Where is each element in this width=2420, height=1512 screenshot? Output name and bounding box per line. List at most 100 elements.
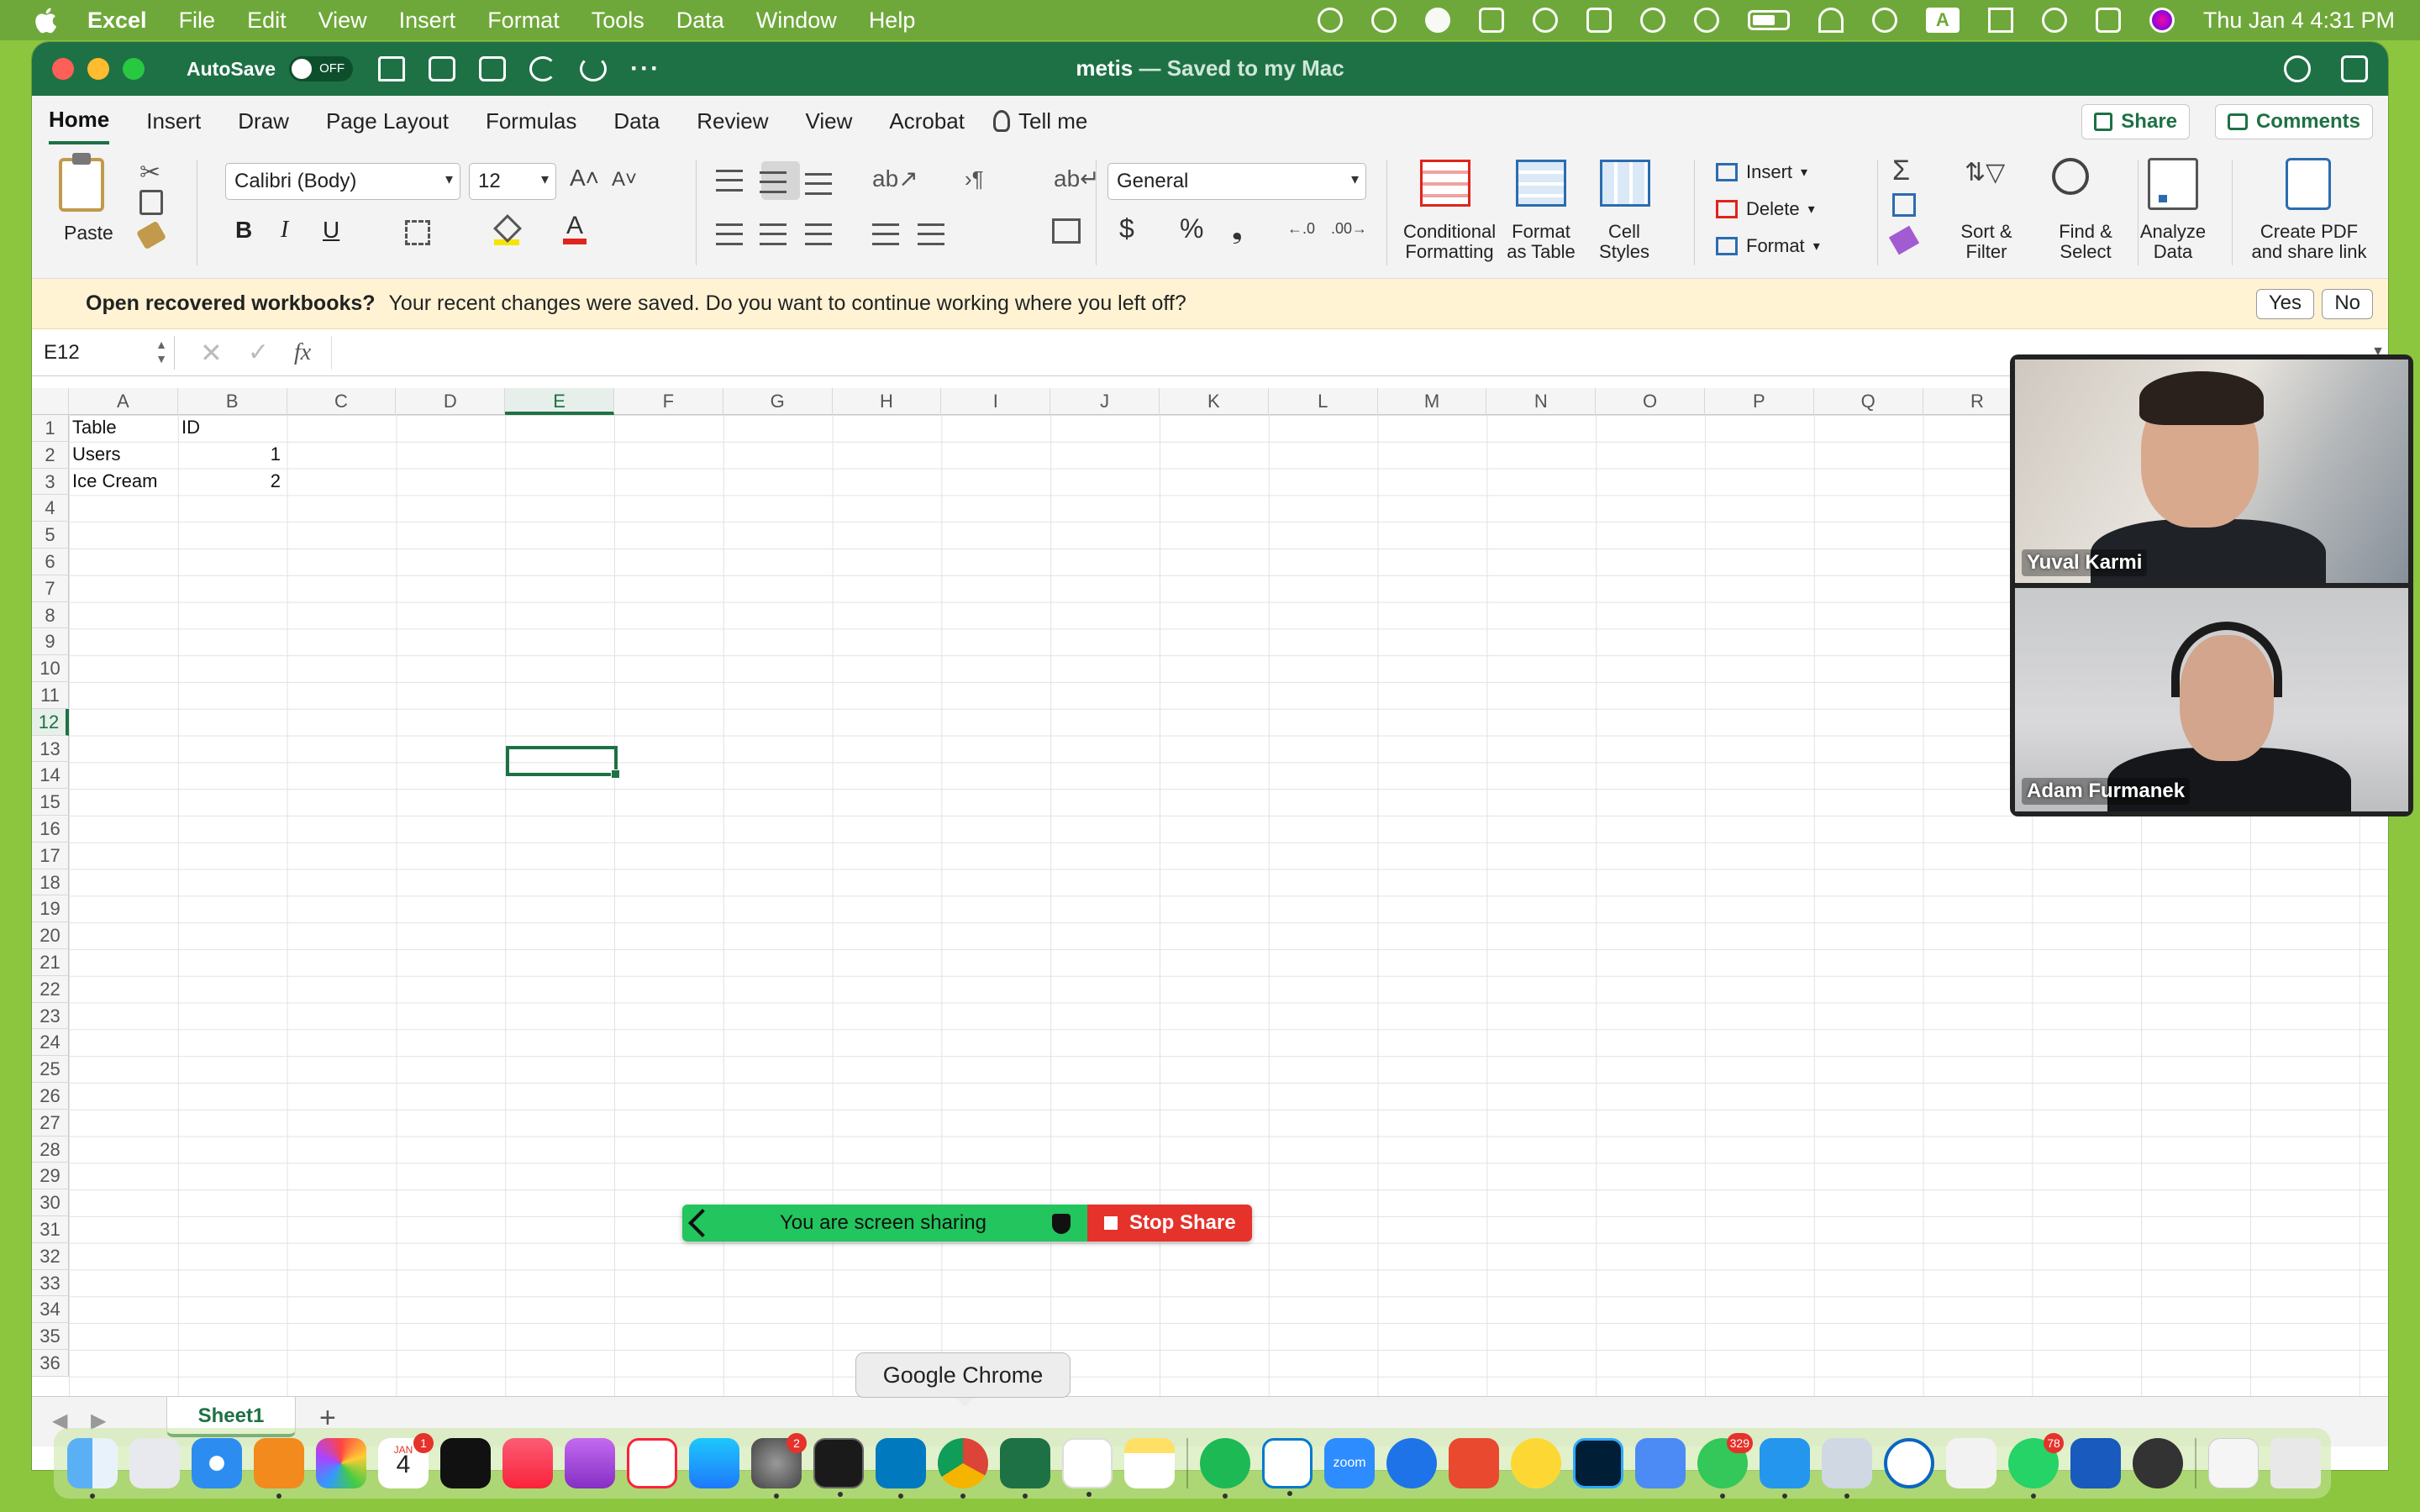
fill-color-icon[interactable] (494, 217, 519, 245)
menu-clock[interactable]: Thu Jan 4 4:31 PM (2203, 8, 2395, 34)
font-color-button[interactable]: A (563, 213, 587, 244)
row-header-10[interactable]: 10 (32, 655, 69, 682)
row-header-25[interactable]: 25 (32, 1056, 69, 1083)
find-select-button[interactable]: Find & Select (2044, 222, 2128, 262)
row-header-27[interactable]: 27 (32, 1109, 69, 1137)
increase-indent-icon[interactable] (918, 223, 944, 245)
notification-no-button[interactable]: No (2322, 289, 2373, 319)
column-header-n[interactable]: N (1486, 388, 1597, 415)
bold-button[interactable]: B (235, 217, 252, 244)
row-header-12[interactable]: 12 (32, 708, 69, 736)
terminal-icon[interactable] (813, 1438, 864, 1497)
create-pdf-icon[interactable] (2286, 158, 2331, 210)
column-header-e[interactable]: E (505, 388, 614, 415)
font-size-select[interactable]: 12 ▾ (469, 163, 556, 200)
column-header-f[interactable]: F (614, 388, 723, 415)
row-header-32[interactable]: 32 (32, 1242, 69, 1270)
redo-icon[interactable] (580, 56, 608, 81)
zoom-window-button[interactable] (123, 58, 145, 80)
whatsapp-icon[interactable]: 78 (2008, 1433, 2064, 1499)
row-header-16[interactable]: 16 (32, 816, 69, 843)
launchpad-icon[interactable] (129, 1438, 180, 1488)
confirm-entry-icon[interactable]: ✓ (248, 338, 269, 367)
autosave-toggle[interactable]: OFF (289, 56, 354, 81)
cyberduck-icon[interactable] (1511, 1438, 1561, 1488)
decrease-font-size-icon[interactable]: A˅ (612, 168, 637, 192)
paragraph-direction-icon[interactable]: ›¶ (965, 166, 984, 192)
menu-insert[interactable]: Insert (399, 8, 456, 34)
spotlight-search-icon[interactable] (2041, 8, 2067, 33)
row-header-8[interactable]: 8 (32, 601, 69, 629)
column-header-i[interactable]: I (941, 388, 1051, 415)
podcasts-icon[interactable] (565, 1438, 615, 1488)
search-icon[interactable] (2284, 55, 2311, 82)
sort-filter-button[interactable]: Sort & Filter (1944, 222, 2028, 262)
cell-B1[interactable]: ID (178, 417, 203, 438)
participant-video-tile[interactable]: Adam Furmanek (2015, 588, 2408, 811)
paste-icon[interactable] (59, 153, 104, 212)
tab-acrobat[interactable]: Acrobat (889, 100, 965, 143)
paste-button-label[interactable]: Paste (64, 222, 113, 244)
screen-recorder-icon[interactable] (1946, 1438, 1996, 1488)
messages-icon[interactable]: 329 (1697, 1433, 1753, 1499)
account-icon[interactable] (2341, 55, 2368, 82)
tab-data[interactable]: Data (613, 100, 660, 143)
menu-view[interactable]: View (318, 8, 367, 34)
control-center-icon[interactable] (2095, 8, 2121, 33)
menu-window[interactable]: Window (756, 8, 837, 34)
column-header-b[interactable]: B (178, 388, 287, 415)
record-icon[interactable] (1424, 8, 1450, 33)
row-header-19[interactable]: 19 (32, 895, 69, 923)
row-header-11[interactable]: 11 (32, 682, 69, 709)
borders-icon[interactable] (405, 220, 430, 245)
cell-A1[interactable]: Table (69, 417, 120, 438)
photoshop-icon[interactable] (1573, 1438, 1623, 1488)
share-button[interactable]: Share (2081, 104, 2190, 139)
document-name[interactable]: metis (1076, 55, 1133, 81)
align-bottom-icon[interactable] (805, 173, 832, 195)
row-header-24[interactable]: 24 (32, 1029, 69, 1057)
participant-video-tile[interactable]: Yuval Karmi (2015, 360, 2408, 583)
window-icon[interactable] (1586, 8, 1612, 33)
cut-icon[interactable]: ✂ (139, 158, 160, 187)
sublime-text-icon[interactable] (254, 1438, 304, 1499)
format-as-table-icon[interactable] (1516, 160, 1566, 207)
grammarly-icon[interactable] (1370, 8, 1397, 33)
column-header-p[interactable]: P (1705, 388, 1814, 415)
cell-B3[interactable]: 2 (178, 470, 284, 492)
decrease-decimal-icon[interactable]: .00→ (1331, 220, 1367, 238)
close-window-button[interactable] (52, 58, 74, 80)
increase-font-size-icon[interactable]: A˄ (570, 165, 599, 192)
row-header-4[interactable]: 4 (32, 495, 69, 522)
column-header-q[interactable]: Q (1814, 388, 1923, 415)
safari-icon[interactable] (192, 1438, 242, 1488)
bluetooth-icon[interactable] (1987, 8, 2013, 33)
row-header-1[interactable]: 1 (32, 415, 69, 442)
column-header-h[interactable]: H (833, 388, 942, 415)
play-icon[interactable] (1639, 8, 1665, 33)
column-header-a[interactable]: A (69, 388, 178, 415)
docker-icon[interactable] (1760, 1438, 1810, 1499)
notification-yes-button[interactable]: Yes (2255, 289, 2314, 319)
row-header-14[interactable]: 14 (32, 762, 69, 790)
create-pdf-button[interactable]: Create PDF and share link (2242, 222, 2376, 262)
siri-icon[interactable] (2149, 8, 2175, 33)
delete-cells-button[interactable]: Delete ▾ (1716, 198, 1815, 220)
screen-share-status-icon[interactable] (1317, 8, 1343, 33)
insert-function-button[interactable]: fx (294, 339, 311, 366)
recent-document-icon[interactable] (2208, 1438, 2259, 1488)
row-header-17[interactable]: 17 (32, 842, 69, 869)
freeform-icon[interactable] (1062, 1438, 1113, 1497)
row-header-2[interactable]: 2 (32, 441, 69, 469)
google-chrome-icon[interactable] (938, 1438, 988, 1499)
row-header-30[interactable]: 30 (32, 1189, 69, 1216)
row-header-33[interactable]: 33 (32, 1269, 69, 1297)
align-middle-icon[interactable] (760, 171, 786, 193)
undo-icon[interactable] (529, 56, 557, 81)
column-header-c[interactable]: C (287, 388, 397, 415)
column-header-k[interactable]: K (1160, 388, 1269, 415)
menu-data[interactable]: Data (676, 8, 724, 34)
gauge-icon[interactable] (1532, 8, 1558, 33)
analyze-data-button[interactable]: Analyze Data (2133, 222, 2213, 262)
currency-format-button[interactable]: $ (1119, 213, 1134, 244)
